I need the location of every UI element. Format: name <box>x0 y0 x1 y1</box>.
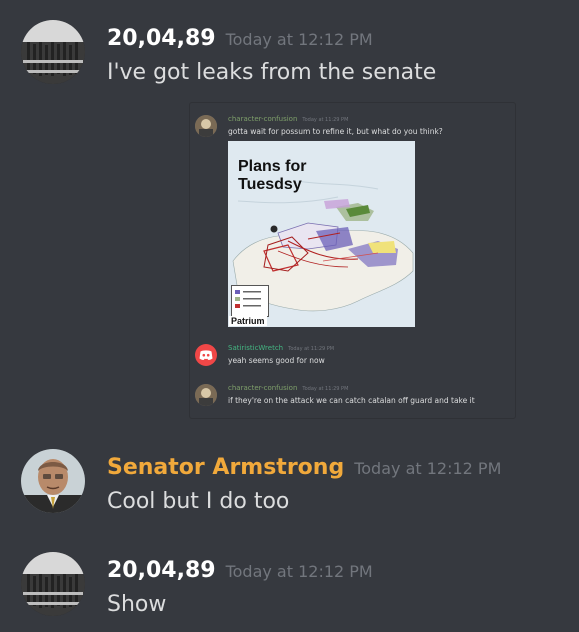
map-image: Plans for Tuesdsy Patrium <box>228 141 415 327</box>
senator-avatar-icon[interactable] <box>21 449 85 513</box>
message-header: 20,04,89 Today at 12:12 PM <box>107 558 373 583</box>
username[interactable]: Senator Armstrong <box>107 455 344 480</box>
crowd-avatar-icon[interactable] <box>21 20 85 84</box>
map-title-line-1: Plans for <box>238 158 307 175</box>
message-text: Show <box>107 592 167 617</box>
username[interactable]: 20,04,89 <box>107 26 216 51</box>
embed-timestamp: Today at 11:29 PM <box>302 117 349 123</box>
embed-message-header: character-confusion Today at 11:29 PM <box>228 115 348 123</box>
embedded-screenshot[interactable]: character-confusion Today at 11:29 PM got… <box>190 103 515 418</box>
message-header: 20,04,89 Today at 12:12 PM <box>107 26 373 51</box>
embed-message-text: gotta wait for possum to refine it, but … <box>228 127 443 136</box>
discord-logo-icon <box>195 344 217 366</box>
message-text: Cool but I do too <box>107 489 290 514</box>
timestamp: Today at 12:12 PM <box>225 30 373 49</box>
map-footer: Patrium <box>229 316 267 326</box>
timestamp: Today at 12:12 PM <box>225 562 373 581</box>
embed-timestamp: Today at 11:29 PM <box>302 386 349 392</box>
embed-message-text: if they're on the attack we can catch ca… <box>228 396 475 405</box>
embed-username: character-confusion <box>228 384 298 392</box>
map-legend <box>231 285 269 317</box>
message-header: Senator Armstrong Today at 12:12 PM <box>107 455 501 480</box>
embed-avatar-icon <box>195 384 217 406</box>
map-title: Plans for Tuesdsy <box>238 158 306 194</box>
embed-avatar-icon <box>195 115 217 137</box>
embed-message-header: SatiristicWretch Today at 11:29 PM <box>228 344 334 352</box>
map-title-line-2: Tuesdsy <box>238 176 302 193</box>
embed-message-text: yeah seems good for now <box>228 356 325 365</box>
embed-username: SatiristicWretch <box>228 344 284 352</box>
timestamp: Today at 12:12 PM <box>354 459 502 478</box>
username[interactable]: 20,04,89 <box>107 558 216 583</box>
embed-timestamp: Today at 11:29 PM <box>288 346 335 352</box>
message-text: I've got leaks from the senate <box>107 60 437 85</box>
embed-username: character-confusion <box>228 115 298 123</box>
embed-message-header: character-confusion Today at 11:29 PM <box>228 384 348 392</box>
crowd-avatar-icon[interactable] <box>21 552 85 616</box>
